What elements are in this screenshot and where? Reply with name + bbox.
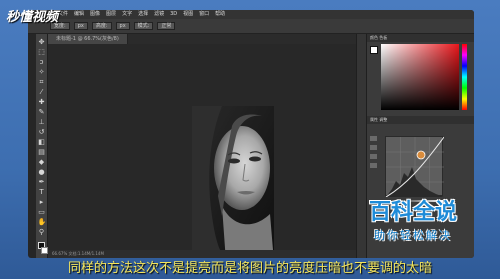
hue-slider[interactable] bbox=[462, 44, 467, 110]
option-height-unit[interactable]: px bbox=[115, 22, 130, 30]
canvas-area[interactable] bbox=[48, 44, 356, 258]
menu-item-4[interactable]: 文字 bbox=[122, 10, 132, 19]
dodge-tool-icon[interactable]: ● bbox=[38, 168, 46, 176]
menu-item-0[interactable]: 文件 bbox=[58, 10, 68, 19]
menu-item-3[interactable]: 图层 bbox=[106, 10, 116, 19]
color-panel-swatch[interactable] bbox=[370, 46, 378, 54]
curve-pencil-icon[interactable] bbox=[370, 145, 377, 150]
marquee-tool-icon[interactable]: ⬚ bbox=[38, 48, 46, 56]
menu-item-5[interactable]: 选择 bbox=[138, 10, 148, 19]
eraser-tool-icon[interactable]: ◧ bbox=[38, 138, 46, 146]
magic-wand-tool-icon[interactable]: ✧ bbox=[38, 68, 46, 76]
pen-tool-icon[interactable]: ✒ bbox=[38, 178, 46, 186]
video-logo: 秒懂视频 bbox=[6, 10, 59, 25]
tools-panel: ✥ ⬚ ↄ ✧ ⌗ ⁄ ✚ ✎ ⊥ ↺ ◧ ▤ ◆ ● ✒ T ▸ ▭ ✋ ⚲ bbox=[36, 34, 48, 258]
color-picker-field[interactable] bbox=[381, 44, 459, 110]
baike-brand: 百科全说 助你轻松解决 bbox=[350, 198, 476, 256]
eyedropper-tool-icon[interactable]: ⁄ bbox=[38, 88, 46, 96]
blur-tool-icon[interactable]: ◆ bbox=[38, 158, 46, 166]
curves-graph-drawing bbox=[385, 136, 445, 198]
healing-brush-tool-icon[interactable]: ✚ bbox=[38, 98, 46, 106]
status-bar: 66.67% 文档:1.14M/1.14M bbox=[48, 250, 356, 258]
curve-smooth-icon[interactable] bbox=[370, 154, 377, 159]
menu-item-6[interactable]: 滤镜 bbox=[154, 10, 164, 19]
brush-tool-icon[interactable]: ✎ bbox=[38, 108, 46, 116]
shape-tool-icon[interactable]: ▭ bbox=[38, 208, 46, 216]
menu-item-8[interactable]: 视图 bbox=[183, 10, 193, 19]
zoom-tool-icon[interactable]: ⚲ bbox=[38, 228, 46, 236]
option-height-label: 高度: bbox=[91, 22, 112, 30]
menu-bar: 文件 编辑 图像 图层 文字 选择 滤镜 3D 视图 窗口 帮助 bbox=[28, 10, 474, 19]
document-tab-bar: 未标题-1 @ 66.7%(灰色/8) bbox=[48, 34, 356, 44]
options-bar: 宽度: px 高度: px 模式: 正常 bbox=[28, 19, 474, 34]
menu-item-9[interactable]: 窗口 bbox=[199, 10, 209, 19]
menu-item-2[interactable]: 图像 bbox=[90, 10, 100, 19]
crop-tool-icon[interactable]: ⌗ bbox=[38, 78, 46, 86]
brand-subtitle: 助你轻松解决 bbox=[374, 229, 452, 242]
portrait-image bbox=[192, 106, 274, 258]
curve-point-icon[interactable] bbox=[370, 136, 377, 141]
menu-item-10[interactable]: 帮助 bbox=[215, 10, 225, 19]
curve-eyedropper-icon[interactable] bbox=[370, 163, 377, 168]
menu-item-1[interactable]: 编辑 bbox=[74, 10, 84, 19]
option-mode-label: 模式: bbox=[133, 22, 154, 30]
properties-panel-tabs[interactable]: 属性 调整 bbox=[367, 116, 474, 124]
hand-tool-icon[interactable]: ✋ bbox=[38, 218, 47, 226]
portrait-photo bbox=[192, 106, 274, 258]
path-select-tool-icon[interactable]: ▸ bbox=[38, 198, 46, 206]
stamp-tool-icon[interactable]: ⊥ bbox=[38, 118, 46, 126]
menu-item-7[interactable]: 3D bbox=[170, 10, 177, 19]
option-mode-select[interactable]: 正常 bbox=[157, 22, 176, 30]
history-brush-tool-icon[interactable]: ↺ bbox=[38, 128, 46, 136]
gradient-tool-icon[interactable]: ▤ bbox=[38, 148, 46, 156]
brand-title: 百科全说 bbox=[368, 200, 457, 225]
curves-graph[interactable] bbox=[385, 136, 445, 198]
document-tab[interactable]: 未标题-1 @ 66.7%(灰色/8) bbox=[48, 34, 128, 44]
video-subtitle: 同样的方法这次不是提亮而是将图片的亮度压暗也不要调的太暗 bbox=[67, 261, 432, 276]
option-width-unit[interactable]: px bbox=[73, 22, 88, 30]
color-panel-tabs[interactable]: 颜色 色板 bbox=[367, 34, 474, 42]
lasso-tool-icon[interactable]: ↄ bbox=[38, 58, 46, 66]
move-tool-icon[interactable]: ✥ bbox=[38, 38, 46, 46]
background-color-swatch[interactable] bbox=[41, 247, 48, 254]
curves-tool-icons bbox=[370, 136, 380, 168]
type-tool-icon[interactable]: T bbox=[38, 188, 46, 196]
